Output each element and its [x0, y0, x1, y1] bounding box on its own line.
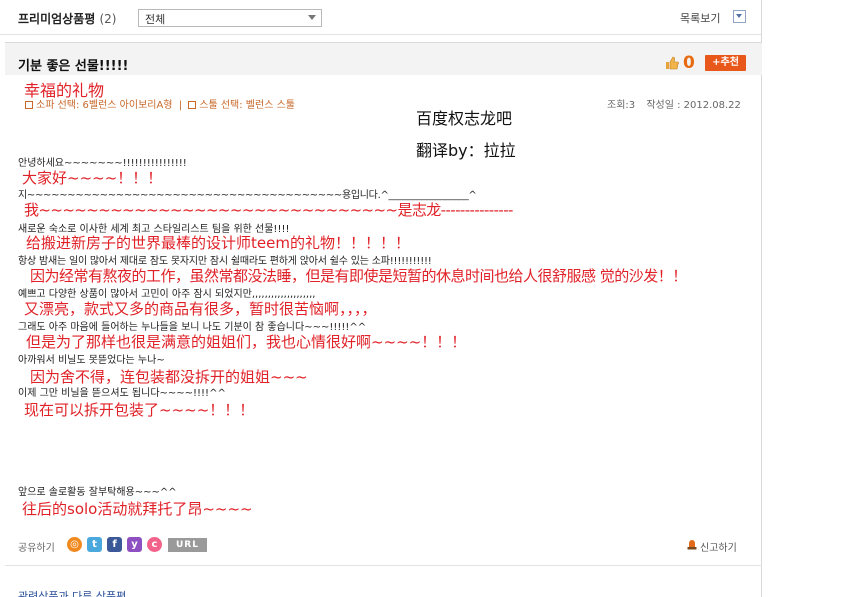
- option-item: 스툴 선택: 벨런스 스툴: [199, 100, 295, 111]
- recommend-button[interactable]: +추천: [705, 55, 746, 71]
- like-count: 0: [683, 53, 695, 73]
- review-line-korean: 아까워서 비닐도 못뜯었다는 누나~: [18, 355, 165, 366]
- divider: [761, 0, 762, 597]
- related-products-title[interactable]: 관련상품과 다른 상품평: [18, 588, 126, 597]
- list-view-link[interactable]: 목록보기: [680, 10, 720, 26]
- review-line-chinese: 又漂亮，款式又多的商品有很多，暂时很苦恼啊，，，，: [24, 300, 377, 318]
- cyworld-icon[interactable]: c: [147, 537, 162, 552]
- option-item: 소파 선택: 6벨런스 아이보리A형: [36, 100, 173, 111]
- share-label: 공유하기: [18, 543, 55, 554]
- product-options: 소파 선택: 6벨런스 아이보리A형 | 스툴 선택: 벨런스 스툴: [25, 96, 295, 111]
- review-meta: 조회:3 작성일 : 2012.08.22: [607, 96, 741, 111]
- review-line-chinese: 我~~~~~~~~~~~~~~~~~~~~~~~~~~~~~~是志龙------…: [24, 201, 513, 219]
- review-line-korean: 앞으로 솔로활동 잘부탁해용~~~^^: [18, 487, 177, 498]
- review-line-chinese: 现在可以拆开包装了~~~~！！！: [24, 401, 255, 419]
- filter-select[interactable]: 전체: [138, 9, 322, 27]
- review-line-chinese: 因为经常有熬夜的工作，虽然常都没法睡，但是有即使是短暂的休息时间也给人很舒服感 …: [30, 267, 687, 285]
- option-box-icon: [25, 101, 33, 109]
- yozm-icon[interactable]: y: [127, 537, 142, 552]
- review-line-korean: 이제 그만 비닐을 뜯으셔도 됩니다~~~~!!!!^^: [18, 388, 226, 399]
- chevron-down-icon: [308, 15, 316, 20]
- section-title: 프리미엄상품평 (2): [18, 10, 116, 27]
- review-line-chinese: 但是为了那样也很是满意的姐姐们，我也心情很好啊~~~~！！！: [26, 333, 467, 351]
- chevron-down-icon[interactable]: [733, 10, 746, 23]
- view-count: 조회:3: [607, 100, 636, 111]
- divider: [0, 34, 762, 35]
- section-title-text: 프리미엄상품평: [18, 12, 96, 26]
- siren-icon: [687, 540, 697, 550]
- url-copy-button[interactable]: URL: [168, 538, 207, 552]
- review-line-chinese: 给搬进新房子的世界最棒的设计师teem的礼物！！！！！: [26, 234, 410, 252]
- review-title: 기분 좋은 선물!!!!!: [18, 59, 129, 74]
- credit-line: 翻译by：拉拉: [416, 141, 516, 160]
- review-line-chinese: 大家好~~~~！！！: [22, 169, 163, 187]
- option-box-icon: [188, 101, 197, 109]
- report-link[interactable]: 신고하기: [700, 539, 737, 554]
- post-date: 작성일 : 2012.08.22: [646, 100, 741, 111]
- review-count: (2): [99, 12, 117, 26]
- option-separator: |: [178, 100, 183, 111]
- me2day-icon[interactable]: ◎: [67, 537, 82, 552]
- thumbs-up-icon: [666, 56, 679, 70]
- divider: [5, 565, 762, 566]
- credit-line: 百度权志龙吧: [416, 109, 513, 128]
- review-line-chinese: 往后的solo活动就拜托了昂~~~~: [22, 500, 253, 518]
- twitter-icon[interactable]: t: [87, 537, 102, 552]
- facebook-icon[interactable]: f: [107, 537, 122, 552]
- filter-select-value: 전체: [145, 13, 166, 26]
